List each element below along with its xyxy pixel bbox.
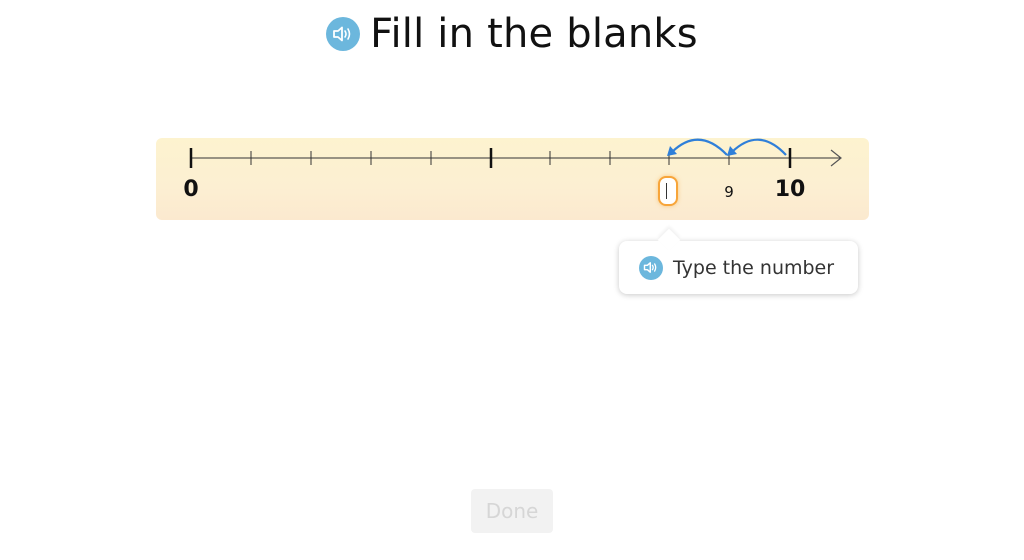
hint-text: Type the number <box>673 256 835 279</box>
speaker-icon[interactable] <box>326 17 361 51</box>
jump-arrow-9-to-8 <box>671 138 728 156</box>
title-row: Fill in the blanks <box>0 8 1024 60</box>
answer-input[interactable] <box>658 176 678 206</box>
tick-label-given: 9 <box>724 183 734 201</box>
number-line <box>189 138 842 168</box>
tick-label-end: 10 <box>774 177 806 202</box>
text-caret <box>665 183 667 199</box>
page-title: Fill in the blanks <box>370 11 698 57</box>
jump-arrow-10-to-9 <box>731 138 787 156</box>
number-line-band: 0 9 10 <box>156 138 869 220</box>
tick-label-start: 0 <box>183 177 199 202</box>
hint-tooltip: Type the number <box>619 241 858 294</box>
speaker-icon[interactable] <box>639 255 663 280</box>
done-button[interactable]: Done <box>471 489 553 533</box>
